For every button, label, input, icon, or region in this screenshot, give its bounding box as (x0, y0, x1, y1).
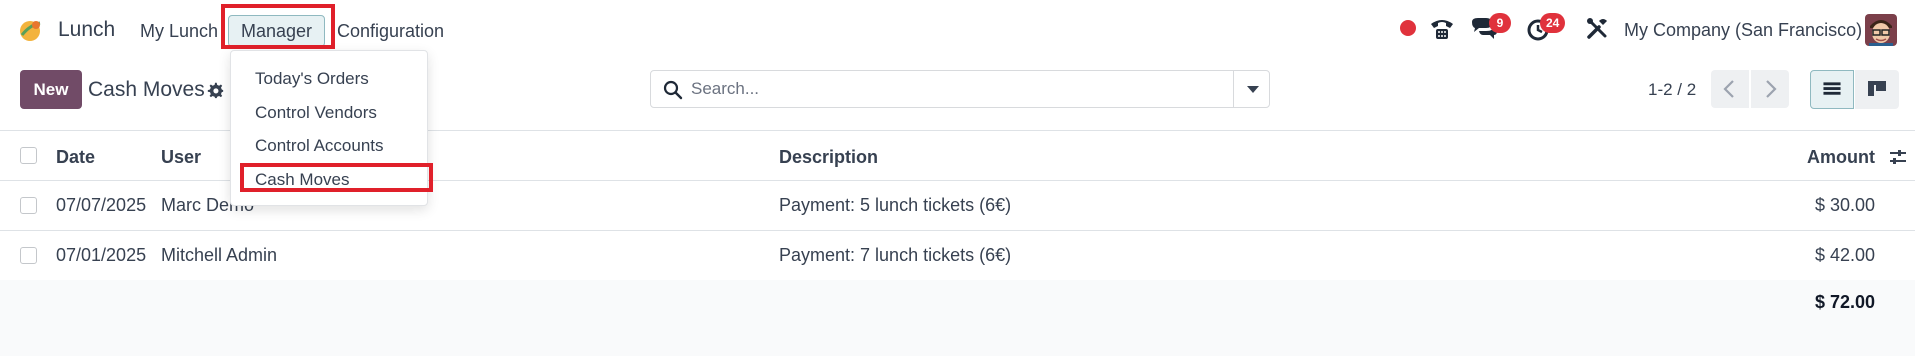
highlight-box-cash-moves (240, 163, 433, 192)
cell-amount: $ 30.00 (1814, 195, 1875, 215)
select-all-checkbox[interactable] (20, 147, 37, 164)
cell-user: Mitchell Admin (161, 245, 278, 265)
kanban-view-icon (1868, 81, 1886, 96)
gear-icon[interactable] (207, 82, 224, 99)
search-input[interactable] (691, 77, 1211, 101)
activities-badge: 24 (1540, 13, 1566, 33)
list-view-icon (1823, 82, 1841, 95)
cell-amount: $ 42.00 (1814, 245, 1875, 265)
phone-icon[interactable] (1428, 16, 1456, 42)
column-header-date[interactable]: Date (56, 147, 95, 168)
row-checkbox[interactable] (20, 247, 37, 264)
cell-description: Payment: 7 lunch tickets (6€) (779, 245, 1012, 265)
menu-item-control-accounts[interactable]: Control Accounts (255, 136, 384, 156)
chevron-left-icon (1723, 80, 1734, 98)
pager-value[interactable]: 1-2 / 2 (1648, 80, 1696, 100)
user-avatar[interactable] (1865, 14, 1897, 46)
amount-total: $ 72.00 (1814, 292, 1875, 312)
list-footer (0, 280, 1915, 356)
cell-description: Payment: 5 lunch tickets (6€) (779, 195, 1012, 215)
list-view-button[interactable] (1810, 70, 1854, 109)
app-name[interactable]: Lunch (58, 18, 115, 42)
row-checkbox[interactable] (20, 197, 37, 214)
caret-down-icon (1247, 86, 1259, 93)
column-header-amount[interactable]: Amount (1807, 147, 1875, 168)
recording-indicator[interactable] (1400, 20, 1416, 36)
chevron-right-icon (1766, 80, 1777, 98)
column-header-description[interactable]: Description (779, 147, 878, 168)
messages-badge: 9 (1489, 13, 1511, 33)
column-header-user[interactable]: User (161, 147, 201, 168)
optional-columns-icon[interactable] (1888, 147, 1908, 167)
tools-icon[interactable] (1584, 16, 1612, 42)
page-title: Cash Moves (88, 78, 205, 101)
pager-next-button[interactable] (1751, 70, 1789, 108)
search-bar (650, 70, 1270, 108)
cell-date: 07/07/2025 (56, 195, 147, 215)
search-options-toggle[interactable] (1233, 70, 1271, 108)
company-switcher[interactable]: My Company (San Francisco) (1624, 20, 1862, 41)
cell-date: 07/01/2025 (56, 245, 147, 265)
menu-configuration[interactable]: Configuration (337, 21, 444, 42)
pager-previous-button[interactable] (1711, 70, 1749, 108)
lunch-app-icon[interactable] (18, 17, 44, 43)
highlight-box-manager (221, 4, 335, 49)
menu-my-lunch[interactable]: My Lunch (140, 21, 218, 42)
kanban-view-button[interactable] (1855, 70, 1899, 109)
search-icon (663, 80, 683, 100)
table-row[interactable]: 07/01/2025 Mitchell Admin Payment: 7 lun… (0, 231, 1915, 281)
menu-item-todays-orders[interactable]: Today's Orders (255, 69, 369, 89)
menu-item-control-vendors[interactable]: Control Vendors (255, 103, 377, 123)
new-button[interactable]: New (20, 70, 82, 109)
